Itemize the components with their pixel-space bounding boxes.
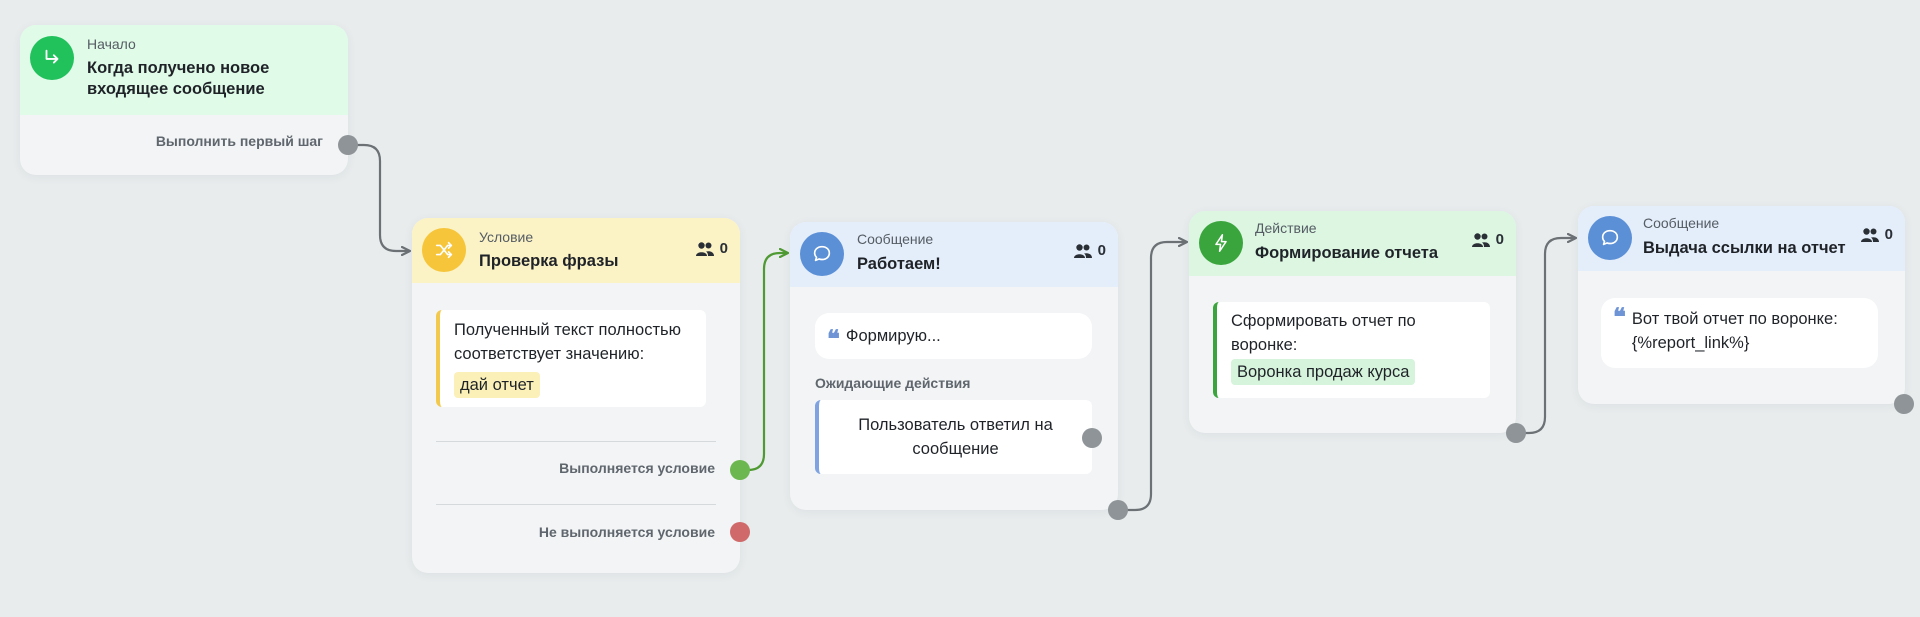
condition-counter: 0	[695, 240, 728, 257]
condition-divider-2	[436, 504, 716, 505]
condition-node-header: Условие Проверка фразы 0	[412, 218, 740, 283]
condition-node-type: Условие	[479, 229, 534, 245]
message1-output-port[interactable]	[1108, 500, 1128, 520]
start-node-title: Когда получено новое входящее сообщение	[87, 59, 270, 98]
condition-node-title: Проверка фразы	[479, 252, 619, 270]
message1-node-header: Сообщение Работаем! 0	[790, 222, 1118, 287]
condition-false-port[interactable]	[730, 522, 750, 542]
message1-node-title: Работаем!	[857, 255, 941, 273]
users-icon	[1860, 227, 1879, 242]
quote-icon: ❝	[827, 324, 840, 353]
chat-bubble-icon	[800, 232, 844, 276]
condition-true-port[interactable]	[730, 460, 750, 480]
message2-counter-value: 0	[1884, 226, 1893, 243]
action-value: Воронка продаж курса	[1231, 359, 1416, 385]
chat-bubble-icon	[1588, 216, 1632, 260]
condition-true-label: Выполняется условие	[559, 460, 715, 476]
action-text: Сформировать отчет по воронке:	[1231, 312, 1416, 354]
start-output-label: Выполнить первый шаг	[155, 133, 323, 149]
message2-node-type: Сообщение	[1643, 215, 1720, 231]
start-node[interactable]: Начало Когда получено новое входящее соо…	[20, 25, 348, 175]
message1-text: Формирую...	[845, 327, 941, 345]
message1-counter: 0	[1073, 242, 1106, 259]
action-node-title: Формирование отчета	[1255, 244, 1439, 262]
message1-node-type: Сообщение	[857, 231, 934, 247]
condition-divider-1	[436, 441, 716, 442]
action-card[interactable]: Сформировать отчет по воронке: Воронка п…	[1213, 302, 1490, 398]
lightning-icon	[1199, 221, 1243, 265]
message2-output-port[interactable]	[1894, 394, 1914, 414]
users-icon	[1471, 232, 1490, 247]
action-node-type: Действие	[1255, 220, 1317, 236]
condition-rule-value: дай отчет	[454, 372, 540, 398]
users-icon	[1073, 243, 1092, 258]
message2-text: Вот твой отчет по воронке: {%report_link…	[1631, 310, 1838, 352]
message2-node-header: Сообщение Выдача ссылки на отчет 0	[1578, 206, 1905, 271]
action-counter-value: 0	[1495, 231, 1504, 248]
message2-node-title: Выдача ссылки на отчет	[1643, 239, 1846, 257]
message1-pending-action[interactable]: Пользователь ответил на сообщение	[815, 400, 1092, 474]
start-output-port[interactable]	[338, 135, 358, 155]
message1-pending-label: Ожидающие действия	[815, 375, 971, 391]
action-node-header: Действие Формирование отчета 0	[1189, 211, 1516, 276]
quote-icon: ❝	[1613, 302, 1626, 331]
enter-arrow-icon	[30, 36, 74, 80]
message1-node[interactable]: Сообщение Работаем! 0 ❝ Формирую... Ожида…	[790, 222, 1118, 510]
start-node-type: Начало	[87, 36, 136, 52]
action-output-port[interactable]	[1506, 423, 1526, 443]
condition-false-label: Не выполняется условие	[538, 524, 715, 540]
link-message1-to-action	[1118, 242, 1186, 512]
message1-pending-action-text: Пользователь ответил на сообщение	[858, 416, 1053, 458]
message1-text-card[interactable]: ❝ Формирую...	[815, 313, 1092, 359]
link-start-to-condition	[348, 143, 409, 251]
message2-counter: 0	[1860, 226, 1893, 243]
condition-counter-value: 0	[719, 240, 728, 257]
link-action-to-message2	[1516, 238, 1575, 435]
action-node[interactable]: Действие Формирование отчета 0 Сформиров…	[1189, 211, 1516, 433]
message1-pending-port[interactable]	[1082, 428, 1102, 448]
message2-node[interactable]: Сообщение Выдача ссылки на отчет 0 ❝ Вот …	[1578, 206, 1905, 404]
link-condition-to-message1	[740, 253, 787, 472]
action-counter: 0	[1471, 231, 1504, 248]
start-node-header: Начало Когда получено новое входящее соо…	[20, 25, 348, 115]
users-icon	[695, 241, 714, 256]
message2-text-card[interactable]: ❝ Вот твой отчет по воронке: {%report_lin…	[1601, 298, 1878, 368]
shuffle-icon	[422, 228, 466, 272]
condition-node[interactable]: Условие Проверка фразы 0 Полученный текс…	[412, 218, 740, 573]
condition-rule-card[interactable]: Полученный текст полностью соответствует…	[436, 310, 706, 407]
message1-counter-value: 0	[1097, 242, 1106, 259]
condition-rule-text: Полученный текст полностью соответствует…	[454, 321, 681, 363]
